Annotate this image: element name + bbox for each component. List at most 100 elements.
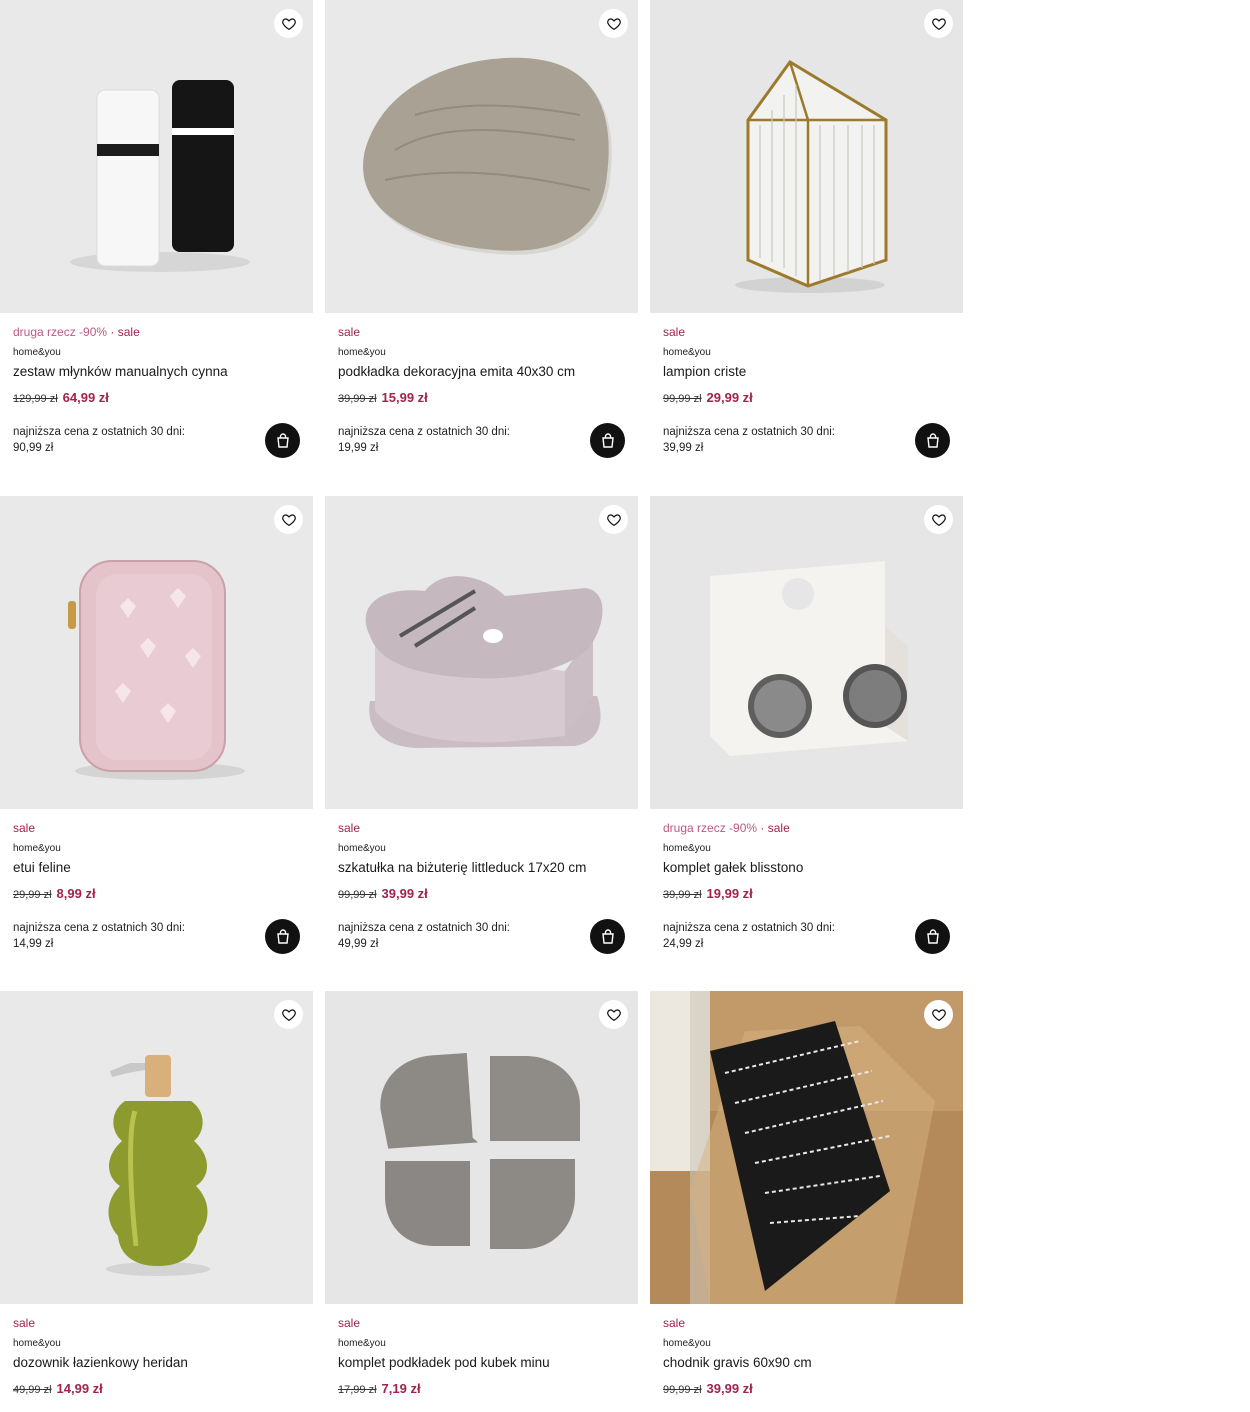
heart-icon[interactable] bbox=[924, 9, 953, 38]
heart-icon[interactable] bbox=[924, 1000, 953, 1029]
price-row: 29,99 zł 8,99 zł bbox=[13, 885, 303, 902]
brand: home&you bbox=[338, 843, 386, 854]
price-row: 99,99 zł 39,99 zł bbox=[338, 885, 628, 902]
brand: home&you bbox=[13, 347, 61, 358]
product-image[interactable] bbox=[650, 496, 963, 809]
old-price: 99,99 zł bbox=[663, 1384, 702, 1396]
product-image[interactable] bbox=[325, 991, 638, 1304]
old-price: 29,99 zł bbox=[13, 889, 52, 901]
brand: home&you bbox=[663, 1338, 711, 1349]
brand: home&you bbox=[338, 1338, 386, 1349]
shopping-bag-icon bbox=[601, 433, 614, 448]
marble-knobs-image bbox=[650, 496, 963, 809]
product-image[interactable] bbox=[0, 991, 313, 1304]
product-image[interactable] bbox=[650, 0, 963, 313]
brand: home&you bbox=[13, 1338, 61, 1349]
price-row: 17,99 zł 7,19 zł bbox=[338, 1380, 628, 1397]
heart-jewelry-box-image bbox=[325, 496, 638, 809]
product-info: sale home&you komplet podkładek pod kube… bbox=[338, 1315, 628, 1397]
shopping-bag-icon bbox=[601, 929, 614, 944]
green-soap-dispenser-image bbox=[0, 991, 313, 1304]
product-info: sale home&you chodnik gravis 60x90 cm 99… bbox=[663, 1315, 953, 1397]
sale-price: 15,99 zł bbox=[381, 390, 428, 405]
sale-price: 64,99 zł bbox=[62, 390, 109, 405]
brand: home&you bbox=[663, 347, 711, 358]
product-image[interactable] bbox=[325, 496, 638, 809]
heart-icon[interactable] bbox=[599, 505, 628, 534]
promo-label: sale bbox=[663, 325, 686, 339]
product-info: sale home&you lampion criste 99,99 zł 29,… bbox=[663, 324, 953, 406]
lowest-price-note: najniższa cena z ostatnich 30 dni: 49,99 … bbox=[338, 922, 510, 950]
promo-label: sale bbox=[338, 821, 361, 835]
sale-price: 14,99 zł bbox=[56, 1381, 103, 1396]
promo-label: sale bbox=[338, 1316, 361, 1330]
price-row: 39,99 zł 19,99 zł bbox=[663, 885, 953, 902]
product-name[interactable]: chodnik gravis 60x90 cm bbox=[663, 1354, 953, 1372]
product-image[interactable] bbox=[0, 496, 313, 809]
brand: home&you bbox=[13, 843, 61, 854]
promo-label: sale bbox=[13, 1316, 36, 1330]
promo-label: sale bbox=[663, 1316, 686, 1330]
product-image[interactable] bbox=[0, 0, 313, 313]
add-to-cart-button[interactable] bbox=[265, 919, 300, 954]
price-row: 49,99 zł 14,99 zł bbox=[13, 1380, 303, 1397]
price-row: 99,99 zł 29,99 zł bbox=[663, 389, 953, 406]
old-price: 99,99 zł bbox=[663, 393, 702, 405]
sale-price: 19,99 zł bbox=[706, 886, 753, 901]
lowest-price-note: najniższa cena z ostatnich 30 dni: 39,99 … bbox=[663, 426, 835, 454]
shopping-bag-icon bbox=[276, 433, 289, 448]
lowest-price-note: najniższa cena z ostatnich 30 dni: 14,99 … bbox=[13, 922, 185, 950]
gray-coasters-image bbox=[325, 991, 638, 1304]
sale-price: 39,99 zł bbox=[381, 886, 428, 901]
wooden-placemat-image bbox=[325, 0, 638, 313]
old-price: 39,99 zł bbox=[338, 393, 377, 405]
product-name[interactable]: szkatułka na biżuterię littleduck 17x20 … bbox=[338, 859, 628, 877]
product-image[interactable] bbox=[650, 991, 963, 1304]
sale-price: 7,19 zł bbox=[381, 1381, 421, 1396]
lowest-price-note: najniższa cena z ostatnich 30 dni: 90,99 … bbox=[13, 426, 185, 454]
shopping-bag-icon bbox=[926, 433, 939, 448]
salt-pepper-mills-image bbox=[0, 0, 313, 313]
brand: home&you bbox=[663, 843, 711, 854]
add-to-cart-button[interactable] bbox=[265, 423, 300, 458]
product-name[interactable]: komplet podkładek pod kubek minu bbox=[338, 1354, 628, 1372]
price-row: 39,99 zł 15,99 zł bbox=[338, 389, 628, 406]
heart-icon[interactable] bbox=[274, 505, 303, 534]
add-to-cart-button[interactable] bbox=[915, 919, 950, 954]
product-name[interactable]: podkładka dekoracyjna emita 40x30 cm bbox=[338, 363, 628, 381]
product-image[interactable] bbox=[325, 0, 638, 313]
heart-icon[interactable] bbox=[924, 505, 953, 534]
shopping-bag-icon bbox=[276, 929, 289, 944]
product-info: sale home&you podkładka dekoracyjna emit… bbox=[338, 324, 628, 406]
product-name[interactable]: zestaw młynków manualnych cynna bbox=[13, 363, 303, 381]
product-name[interactable]: etui feline bbox=[13, 859, 303, 877]
product-name[interactable]: lampion criste bbox=[663, 363, 953, 381]
glass-house-lantern-image bbox=[650, 0, 963, 313]
product-info: sale home&you dozownik łazienkowy herida… bbox=[13, 1315, 303, 1397]
product-name[interactable]: dozownik łazienkowy heridan bbox=[13, 1354, 303, 1372]
add-to-cart-button[interactable] bbox=[590, 423, 625, 458]
add-to-cart-button[interactable] bbox=[590, 919, 625, 954]
heart-icon[interactable] bbox=[274, 1000, 303, 1029]
brand: home&you bbox=[338, 347, 386, 358]
old-price: 17,99 zł bbox=[338, 1384, 377, 1396]
product-info: sale home&you szkatułka na biżuterię lit… bbox=[338, 820, 628, 902]
promo-label: sale bbox=[13, 821, 36, 835]
heart-icon[interactable] bbox=[599, 1000, 628, 1029]
sale-price: 39,99 zł bbox=[706, 1381, 753, 1396]
price-row: 99,99 zł 39,99 zł bbox=[663, 1380, 953, 1397]
lowest-price-note: najniższa cena z ostatnich 30 dni: 24,99 … bbox=[663, 922, 835, 950]
price-row: 129,99 zł 64,99 zł bbox=[13, 389, 303, 406]
product-name[interactable]: komplet gałek blisstono bbox=[663, 859, 953, 877]
old-price: 129,99 zł bbox=[13, 393, 58, 405]
product-info: sale home&you etui feline 29,99 zł 8,99 z… bbox=[13, 820, 303, 902]
old-price: 39,99 zł bbox=[663, 889, 702, 901]
heart-icon[interactable] bbox=[274, 9, 303, 38]
old-price: 49,99 zł bbox=[13, 1384, 52, 1396]
heart-icon[interactable] bbox=[599, 9, 628, 38]
add-to-cart-button[interactable] bbox=[915, 423, 950, 458]
lowest-price-note: najniższa cena z ostatnich 30 dni: 19,99 … bbox=[338, 426, 510, 454]
sale-price: 29,99 zł bbox=[706, 390, 753, 405]
pink-heart-case-image bbox=[0, 496, 313, 809]
promo-label: druga rzecz -90% · sale bbox=[663, 821, 790, 835]
